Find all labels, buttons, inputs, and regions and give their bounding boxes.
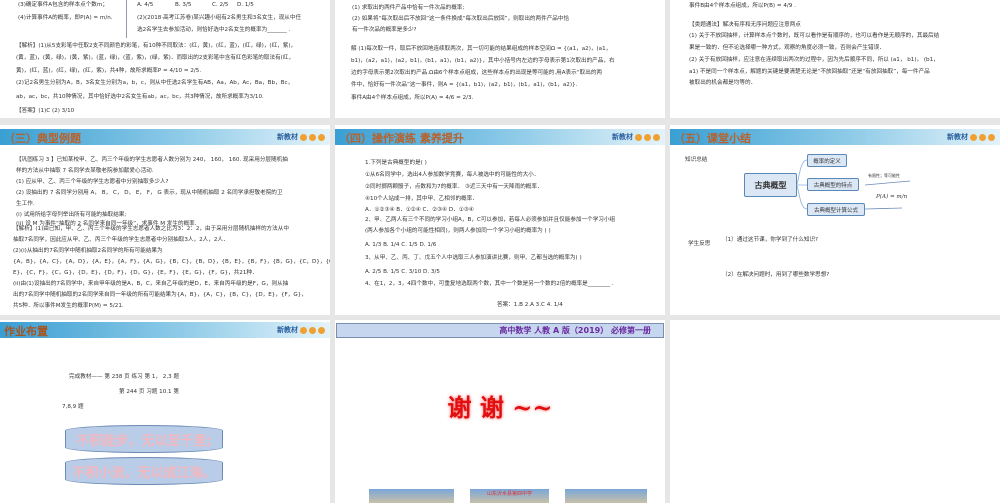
text-line: (黄，蓝)，(黄，绿)，(黄，紫)，(蓝，绿)，(蓝，紫)，(绿，紫)．而取出的… [16, 55, 295, 61]
motto-banner: 不积小流，无以成江海。 [65, 457, 223, 485]
text-line: 【类题通法】解决有序和无序问题应注意两点 [689, 22, 801, 28]
homework-line: 完成教材—— 第 238 页 练习 第 1， 2,3 题 [69, 374, 180, 380]
slide-thumbnail-3[interactable]: 事件B由4个样本点组成，所以P(B) = 4/9 . 【类题通法】解决有序和无序… [670, 0, 1000, 118]
brand-logo: 新教材 [277, 325, 325, 335]
text-line: 果是一致的．但不论选择哪一种方式，观察的角度必须一致，否则会产生错误． [689, 45, 885, 51]
text-line: (1) 求取出的两件产品中恰有一件次品的概率; [352, 5, 465, 11]
text-line: (1) 关于不放回抽样，计算样本点个数时，既可以看作是有顺序的，也可以看作是无顺… [689, 33, 940, 39]
option: C. 2/5 [212, 2, 229, 8]
brand-text: 新教材 [277, 326, 298, 334]
text-line: ④10个人站成一排，其中甲、乙相邻的概率． [365, 196, 478, 202]
slide-thumbnail-6[interactable]: （五）课堂小结 新教材 知识总结 古典概型 概率的定义 古典概型的特点 古典概型… [670, 125, 1000, 315]
text-line: E}，{C，F}，{C，G}，{D，E}，{D，F}，{D，G}，{E，F}，{… [13, 270, 258, 276]
mindmap-node: 古典概型的特点 [807, 178, 859, 191]
text-line: 解 (1)每次取一件，取后不放回地连续取两次，其一切可能的结果组成的样本空间Ω … [351, 46, 612, 52]
option: D. 1/5 [237, 2, 254, 8]
mindmap-node: 概率的定义 [807, 154, 847, 167]
text-line: (2) 关于有放回抽样，应注意在连续取出两次的过程中，因为先后顺序不同，所以 (… [689, 57, 939, 63]
text-line: 边的字母表示第2次取出的产品.Ω由6个样本点组成，这些样本点的出现是等可能的.用… [351, 70, 603, 76]
text-line: (3)确定事件A包含的样本点个数m； [18, 2, 108, 8]
reflection-question: （2）在解决问题时，用到了哪些数学思想? [722, 272, 830, 278]
text-line: (2) 设抽出的 7 名同学分别用 A， B， C， D， E， F， G 表示… [16, 190, 283, 196]
slide-thumbnail-1[interactable]: (3)确定事件A包含的样本点个数m； (4)计算事件A的概率，即P(A) = m… [0, 0, 330, 118]
text-line: (ii)由(1)设抽出的7名同学中，来自甲年级的是A，B，C，来自乙年级的是D，… [13, 281, 289, 287]
text-line: 3、从甲、乙、丙、丁、戊五个人中选取三人参加演讲比赛，则甲、乙都当选的概率为( … [365, 255, 582, 261]
text-line: ab，ac，bc，共10种情况，其中恰好选中2名女生有ab，ac，bc，共3种情… [16, 94, 264, 100]
slide-title: （四）操作演练 素养提升 [339, 132, 464, 145]
brand-logo: 新教材 [612, 132, 660, 142]
text-line: 生工作. [16, 201, 35, 207]
text-line: (2)记2名男生分别为A，B，3名女生分别为a，b，c，则从中任选2名学生有AB… [16, 80, 294, 86]
text-line: {A，B}，{A，C}，{A，D}，{A，E}，{A，F}，{A，G}，{B，C… [13, 259, 330, 265]
slide-thumbnail-8[interactable]: 高中数学 人教 A 版（2019） 必修第一册 谢 谢 ~~ 山东沂水县第四中学 [335, 320, 665, 503]
answer-text: 答案：1.B 2.A 3.C 4. 1/4 [497, 302, 563, 308]
text-line: ②同时掷两颗骰子，点数和为7的概率． ③近三天中有一天降雨的概率． [365, 184, 543, 190]
course-header: 高中数学 人教 A 版（2019） 必修第一册 [336, 323, 664, 338]
formula: P(A) = m/n [876, 194, 908, 200]
mindmap-center-node: 古典概型 [744, 173, 797, 197]
text-line: 2、甲、乙两人有三个不同的学习小组A，B，C可以参加，若每人必须参加并且仅能参加… [365, 217, 616, 223]
option: A. 4/5 [137, 2, 154, 8]
text-line: (2)(i)从抽出的7名同学中随机抽取2名同学的所有可能结果为 [13, 248, 163, 254]
slide-thumbnail-2[interactable]: (1) 求取出的两件产品中恰有一件次品的概率; (2) 如果将“每次取出后不放回… [335, 0, 665, 118]
text-line: (1) 应从甲、乙、丙三个年级的学生志愿者中分别抽取多少人? [16, 179, 169, 185]
text-line: ①从6名同学中，选出4人参加数学竞赛，每人被选中的可能性的大小． [365, 172, 540, 178]
school-photo [565, 489, 647, 503]
text-line: (4)计算事件A的概率，即P(A) = m/n. [18, 15, 113, 21]
text-line: 黄)，(红，蓝)，(红，绿)，(红，紫)，共4种，故所求概率P = 4/10 =… [16, 68, 202, 74]
text-line: 【解析】(1)从5支彩笔中任取2支不同颜色的彩笔，有10种不同取法：(红，黄)，… [16, 43, 297, 49]
slide-title: 作业布置 [4, 325, 48, 338]
text-line: A. 1/3 B. 1/4 C. 1/5 D. 1/6 [365, 242, 437, 248]
thanks-text: 谢 谢 ~~ [447, 393, 553, 422]
brand-text: 新教材 [612, 133, 633, 141]
feature-note: 有限性；等可能性 [868, 173, 900, 178]
homework-line: 第 244 页 习题 10.1 第 [119, 389, 179, 395]
divider [126, 0, 127, 38]
text-line: (2)(2018·高考江苏卷)某兴趣小组有2名男生和3名女生，现从中任 [137, 15, 302, 21]
slide-header: （四）操作演练 素养提升 新教材 [335, 129, 665, 145]
text-line: A．①②③④ B．①②④ C．②③④ D．①③④ [365, 207, 474, 213]
slide-title: （三）典型例题 [4, 132, 81, 145]
school-photo [369, 489, 454, 503]
text-line: 4、在1，2，3，4四个数中，可重复地选取两个数，其中一个数是另一个数的2倍的概… [365, 281, 614, 287]
option: B. 3/5 [175, 2, 192, 8]
text-line: 抽取7名同学，因此应从甲、乙、丙三个年级的学生志愿者中分别抽取3人，2人，2人． [13, 237, 229, 243]
school-photo: 山东沂水县第四中学 [470, 489, 549, 503]
school-name: 山东沂水县第四中学 [486, 491, 532, 497]
text-line: 选2名学生去参加活动，则恰好选中2名女生的概率为_______ . [137, 27, 291, 33]
text-line: 有一件次品的概率是多少? [352, 27, 417, 33]
text-line: 样的方法从中抽取 7 名同学去某敬老院参加献爱心活动. [16, 168, 154, 174]
slide-header: 作业布置 新教材 [0, 322, 330, 338]
text-line: 共5种．所以事件M发生的概率P(M) = 5/21. [13, 303, 124, 309]
motto-banner: 不积跬步，无以至千里; [65, 425, 223, 453]
slide-header: （三）典型例题 新教材 [0, 129, 330, 145]
text-line: 【解析】(1)由已知，甲、乙、丙三个年级的学生志愿者人数之比为3：2：2，由于采… [13, 226, 289, 232]
text-line: (两人参加各个小组的可能性相同)，则两人参加同一个学习小组的概率为 ( ) [365, 228, 551, 234]
text-line: (2) 如果将“每次取出后不放回”这一条件换成“每次取出后放回”，则取出的两件产… [352, 16, 570, 22]
slide-thumbnail-9[interactable] [670, 320, 1000, 503]
brand-text: 新教材 [277, 133, 298, 141]
brand-logo: 新教材 [277, 132, 325, 142]
text-line: A. 2/5 B. 1/5 C. 3/10 D. 3/5 [365, 269, 440, 275]
text-line: 件中，恰好有一件次品”这一事件，则A = {(a1，b1)，(a2，b1)，(b… [351, 82, 578, 88]
text-line: a1) 不是同一个样本点，解题的关键是要清楚无论是“不放回抽取”还是“有放回抽取… [689, 69, 930, 75]
text-line: 事件B由4个样本点组成，所以P(B) = 4/9 . [689, 3, 796, 9]
mindmap-node: 古典概型计算公式 [807, 203, 865, 216]
reflection-question: （1）通过这节课，你学到了什么知识? [722, 237, 819, 243]
slide-thumbnail-7[interactable]: 作业布置 新教材 完成教材—— 第 238 页 练习 第 1， 2,3 题 第 … [0, 320, 330, 503]
slide-thumbnail-5[interactable]: （四）操作演练 素养提升 新教材 1.下列是古典概型的是( ) ①从6名同学中，… [335, 125, 665, 315]
text-line: 事件A由4个样本点组成，所以P(A) = 4/6 = 2/3. [351, 95, 474, 101]
text-line: 1.下列是古典概型的是( ) [365, 160, 427, 166]
homework-line: 7,8,9 题 [62, 404, 84, 410]
slide-thumbnail-4[interactable]: （三）典型例题 新教材 【巩固练习 3 】已知某校甲、乙、丙三个年级的学生志愿者… [0, 125, 330, 315]
text-line: 出的7名同学中随机抽取的2名同学来自同一年级的所有可能结果为{A，B}，{A，C… [13, 292, 307, 298]
text-line: b1)，(a2，a1)，(a2，b1)，(b1，a1)，(b1，a2)}，其中小… [351, 58, 615, 64]
text-line: 【巩固练习 3 】已知某校甲、乙、丙三个年级的学生志愿者人数分别为 240， 1… [16, 157, 288, 163]
reflection-label: 学生反思 [688, 241, 711, 247]
text-line: 【答案】(1)C (2) 3/10 [16, 108, 75, 114]
text-line: 被取出的机会都是均等的． [689, 80, 757, 86]
